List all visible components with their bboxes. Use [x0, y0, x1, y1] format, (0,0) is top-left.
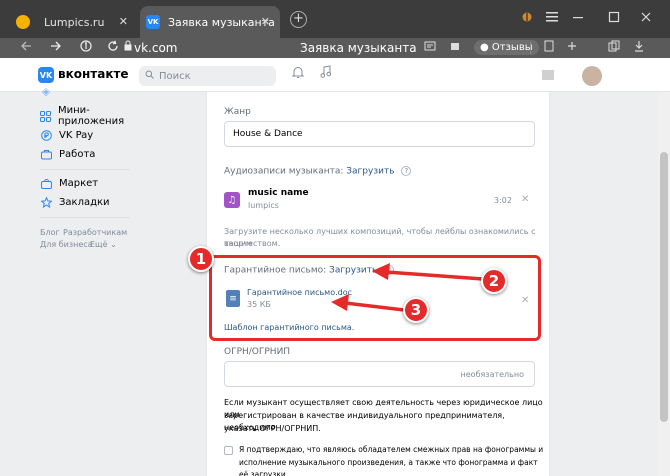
pay-icon: [40, 129, 52, 141]
audio-label-text: Аудиозаписи музыканта:: [224, 166, 344, 177]
ogrn-label: ОГРН/ОГРНИП: [224, 347, 291, 357]
vk-favicon-icon: VK: [146, 15, 160, 29]
music-note-icon[interactable]: [320, 65, 332, 82]
audio-hint-line2: творчеством.: [224, 239, 281, 248]
vk-logo-icon[interactable]: VK: [38, 67, 54, 83]
sidebar-divider: [40, 169, 130, 170]
url-field[interactable]: vk.com: [134, 41, 178, 55]
briefcase-icon: [40, 148, 52, 160]
step-badge-1: 1: [188, 246, 214, 272]
track-cover-icon[interactable]: ♫: [224, 192, 240, 208]
confirm-text-line1[interactable]: Я подтверждаю, что являюсь обладателем с…: [239, 444, 543, 456]
ogrn-input[interactable]: необязательно: [224, 361, 535, 387]
extension-icon[interactable]: [521, 11, 533, 26]
vk-logo-text[interactable]: вконтакте: [58, 67, 129, 81]
track-title[interactable]: music name: [248, 187, 309, 199]
help-icon[interactable]: ?: [401, 166, 412, 176]
confirm-checkbox[interactable]: [224, 446, 233, 455]
ogrn-placeholder: необязательно: [460, 369, 524, 379]
sidebar-item-mini-apps[interactable]: Мини-приложения: [40, 105, 140, 127]
browser-tab-bar: Lumpics.ru ✕ VK Заявка музыканта ✕ +: [0, 0, 670, 38]
scrollbar[interactable]: [658, 92, 670, 476]
minimize-icon[interactable]: [572, 11, 584, 26]
search-input[interactable]: Поиск: [139, 66, 276, 86]
notifications-bell-icon[interactable]: [291, 66, 305, 83]
sidebar-item-label: Работа: [59, 148, 96, 160]
bag-icon: [40, 177, 52, 189]
step-badge-2: 2: [481, 268, 507, 294]
sidebar-item-market[interactable]: Маркет: [40, 175, 98, 191]
search-placeholder: Поиск: [159, 70, 191, 82]
chevron-down-icon: ⌄: [110, 240, 117, 249]
translate-icon[interactable]: [424, 40, 436, 57]
sidebar-divider: [40, 217, 130, 218]
ogrn-hint-line3: указать ОГРН/ОГРНИП.: [224, 424, 321, 433]
menu-icon[interactable]: [546, 11, 558, 25]
page-title: Заявка музыканта: [300, 41, 417, 55]
tab-label: Lumpics.ru: [44, 15, 105, 29]
sidebar: ◈ Мини-приложения VK Pay Работа Маркет З…: [0, 85, 140, 476]
footer-link-more-label: Ещё: [90, 240, 108, 249]
new-tab-button[interactable]: +: [290, 11, 307, 28]
yandex-icon[interactable]: [80, 40, 92, 57]
lock-icon: [124, 40, 132, 56]
vk-header: VK вконтакте Поиск: [0, 58, 670, 92]
lumpics-favicon-icon: [16, 15, 30, 29]
track-artist[interactable]: lumpics: [248, 200, 279, 212]
sidebar-item-label: Мини-приложения: [58, 105, 125, 127]
browser-address-bar: vk.com Заявка музыканта ● Отзывы: [0, 38, 670, 58]
audio-label: Аудиозаписи музыканта: Загрузить ?: [224, 166, 412, 177]
footer-link-business[interactable]: Для бизнеса: [40, 240, 93, 249]
reviews-button[interactable]: ● Отзывы: [474, 40, 539, 55]
step-badge-3: 3: [403, 297, 429, 323]
collections-icon[interactable]: [608, 40, 620, 57]
audio-upload-link[interactable]: Загрузить: [346, 167, 394, 177]
downloads-icon[interactable]: [634, 40, 644, 57]
sidebar-item-label: Закладки: [59, 196, 110, 208]
track-duration: 3:02: [494, 196, 512, 205]
avatar[interactable]: [582, 66, 602, 86]
footer-link-blog[interactable]: Блог: [40, 228, 60, 237]
genre-field[interactable]: House & Dance: [224, 121, 535, 147]
close-tab-icon[interactable]: ✕: [119, 15, 128, 28]
extension-puzzle-icon[interactable]: [449, 40, 461, 57]
footer-link-more[interactable]: Ещё ⌄: [90, 240, 117, 249]
back-icon[interactable]: [20, 40, 32, 57]
sidebar-item-label: VK Pay: [59, 129, 94, 141]
profile-name-blurred[interactable]: [542, 70, 554, 80]
genre-value: House & Dance: [233, 129, 303, 139]
sidebar-item-label: Маркет: [59, 177, 99, 189]
remove-track-icon[interactable]: ✕: [521, 194, 529, 205]
confirm-text-line2[interactable]: исполнение музыкального произведения, а …: [239, 457, 549, 476]
star-icon: [40, 196, 52, 208]
maximize-icon[interactable]: [608, 11, 620, 26]
bookmark-icon[interactable]: [544, 40, 554, 57]
chat-icon: ●: [480, 42, 492, 53]
close-window-icon[interactable]: [640, 11, 652, 26]
separator: [530, 42, 531, 54]
sidebar-toggle-icon[interactable]: [567, 40, 577, 57]
tab-lumpics[interactable]: Lumpics.ru ✕: [8, 6, 140, 38]
search-icon: [145, 70, 154, 82]
screenshot-frame: Lumpics.ru ✕ VK Заявка музыканта ✕ + vk.…: [0, 0, 670, 476]
grid-icon: [40, 110, 51, 122]
sidebar-item-bookmarks[interactable]: Закладки: [40, 194, 110, 210]
sidebar-item-vk-pay[interactable]: VK Pay: [40, 127, 93, 143]
tab-musician-request[interactable]: VK Заявка музыканта ✕: [140, 6, 280, 38]
sidebar-item-partial[interactable]: ◈: [40, 83, 59, 99]
genre-label: Жанр: [224, 107, 251, 117]
reviews-label: Отзывы: [491, 42, 533, 53]
reload-icon[interactable]: [107, 40, 119, 57]
sidebar-item-jobs[interactable]: Работа: [40, 146, 95, 162]
tab-label: Заявка музыканта: [168, 15, 275, 29]
close-tab-icon[interactable]: ✕: [261, 15, 270, 28]
forward-icon[interactable]: [50, 40, 62, 57]
partial-icon: ◈: [41, 84, 51, 98]
scrollbar-thumb[interactable]: [660, 152, 668, 422]
footer-link-developers[interactable]: Разработчикам: [63, 228, 127, 237]
